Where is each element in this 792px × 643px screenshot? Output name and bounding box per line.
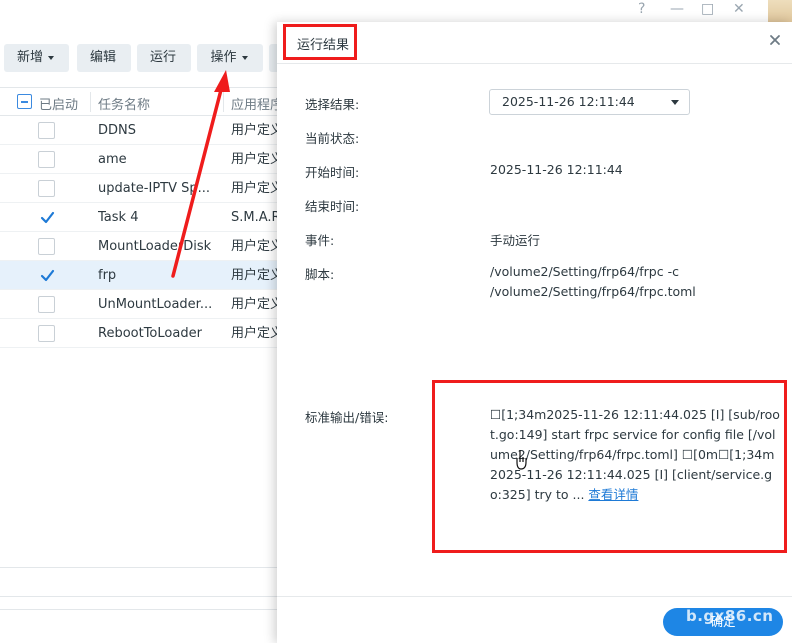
- edit-button[interactable]: 编辑: [77, 44, 131, 72]
- stdout-value: ☐[1;34m2025-11-26 12:11:44.025 [I] [sub/…: [490, 405, 782, 505]
- task-application: 用户定义: [231, 152, 284, 167]
- status-label: 当前状态:: [305, 131, 360, 146]
- run-result-dialog: 运行结果 选择结果: 2025-11-26 12:11:44 当前状态: 开始时…: [277, 22, 792, 643]
- view-details-link[interactable]: 查看详情: [588, 487, 638, 502]
- end-time-label: 结束时间:: [305, 199, 360, 214]
- enabled-checkbox[interactable]: [38, 296, 55, 313]
- task-name: frp: [98, 268, 117, 283]
- edit-button-label: 编辑: [89, 50, 116, 65]
- task-application: 用户定义: [231, 181, 284, 196]
- start-time-value: 2025-11-26 12:11:44: [490, 162, 623, 177]
- action-button-label: 操作: [210, 50, 237, 65]
- task-name: update-IPTV Sp...: [98, 181, 211, 196]
- help-icon[interactable]: ?: [638, 0, 645, 18]
- select-result-value: 2025-11-26 12:11:44: [502, 94, 635, 109]
- select-result-label: 选择结果:: [305, 97, 360, 112]
- check-icon: [40, 211, 55, 224]
- task-name: ame: [98, 152, 127, 167]
- enabled-checkbox[interactable]: [38, 151, 55, 168]
- task-name: UnMountLoader...: [98, 297, 213, 312]
- task-name: Task 4: [98, 210, 139, 225]
- event-label: 事件:: [305, 233, 335, 248]
- task-application: 用户定义: [231, 268, 284, 283]
- stdout-label: 标准输出/错误:: [305, 410, 389, 425]
- select-result-dropdown[interactable]: 2025-11-26 12:11:44: [489, 89, 690, 115]
- column-header-application[interactable]: 应用程序: [231, 94, 283, 113]
- table-row[interactable]: UnMountLoader... 用户定义: [0, 290, 290, 319]
- dialog-header: 运行结果: [277, 22, 792, 64]
- table-row[interactable]: RebootToLoader 用户定义: [0, 319, 290, 348]
- event-value: 手动运行: [490, 233, 541, 248]
- task-application: 用户定义: [231, 297, 284, 312]
- task-name: RebootToLoader: [98, 326, 202, 341]
- script-label: 脚本:: [305, 267, 335, 282]
- start-time-label: 开始时间:: [305, 165, 360, 180]
- action-button[interactable]: 操作: [197, 44, 263, 72]
- divider: [0, 567, 290, 568]
- divider: [0, 596, 290, 597]
- chevron-down-icon: [241, 55, 248, 60]
- close-window-icon[interactable]: ✕: [733, 0, 745, 18]
- add-button-label: 新增: [16, 50, 43, 65]
- script-value: /volume2/Setting/frp64/frpc -c /volume2/…: [490, 264, 696, 299]
- column-header-task-name[interactable]: 任务名称: [98, 94, 150, 113]
- task-name: MountLoaderDisk: [98, 239, 212, 254]
- table-row[interactable]: ame 用户定义: [0, 145, 290, 174]
- task-application: 用户定义: [231, 239, 284, 254]
- column-header-enabled[interactable]: 已启动: [39, 94, 78, 113]
- check-icon: [40, 269, 55, 282]
- maximize-icon[interactable]: □: [701, 0, 714, 18]
- enabled-checkbox[interactable]: [38, 180, 55, 197]
- dialog-title: 运行结果: [297, 38, 350, 53]
- task-name: DDNS: [98, 123, 136, 138]
- minimize-icon[interactable]: —: [670, 0, 684, 18]
- run-button-label: 运行: [149, 50, 176, 65]
- watermark: b.gx86.cn: [686, 607, 774, 625]
- enabled-checkbox[interactable]: [38, 122, 55, 139]
- select-all-checkbox[interactable]: [17, 94, 32, 109]
- enabled-checkbox[interactable]: [38, 238, 55, 255]
- enabled-checkbox[interactable]: [38, 209, 55, 226]
- divider: [0, 609, 290, 610]
- dialog-footer-divider: [277, 596, 792, 597]
- enabled-checkbox[interactable]: [38, 267, 55, 284]
- column-separator[interactable]: [90, 92, 91, 112]
- table-row[interactable]: MountLoaderDisk 用户定义: [0, 232, 290, 261]
- mouse-cursor-icon: [516, 450, 527, 470]
- table-row[interactable]: Task 4 S.M.A.R: [0, 203, 290, 232]
- task-application: S.M.A.R: [231, 210, 281, 225]
- close-icon[interactable]: [768, 33, 782, 47]
- task-application: 用户定义: [231, 123, 284, 138]
- chevron-down-icon: [48, 55, 54, 60]
- grid-header: 已启动 任务名称 应用程序: [0, 87, 290, 116]
- task-application: 用户定义: [231, 326, 284, 341]
- table-row[interactable]: update-IPTV Sp... 用户定义: [0, 174, 290, 203]
- add-button[interactable]: 新增: [4, 44, 69, 72]
- run-button[interactable]: 运行: [137, 44, 191, 72]
- enabled-checkbox[interactable]: [38, 325, 55, 342]
- column-separator[interactable]: [223, 92, 224, 112]
- table-row[interactable]: DDNS 用户定义: [0, 116, 290, 145]
- table-row[interactable]: frp 用户定义: [0, 261, 290, 290]
- dropdown-arrow-icon: [671, 100, 679, 105]
